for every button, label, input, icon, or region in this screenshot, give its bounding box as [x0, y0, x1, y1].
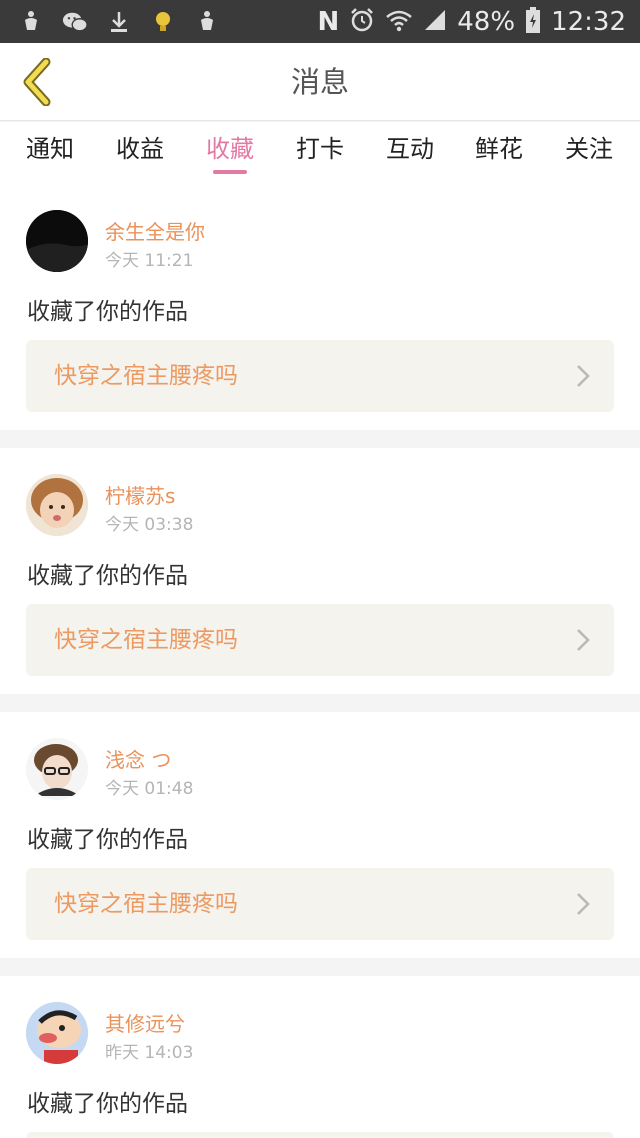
alarm-icon	[349, 7, 375, 37]
tab-following[interactable]: 关注	[554, 122, 624, 184]
user-name[interactable]: 柠檬苏s	[105, 480, 175, 509]
system-indicators: N 48% 12:32	[317, 0, 626, 43]
message-time: 昨天 14:03	[105, 1043, 194, 1063]
work-link[interactable]: 快穿之宿主腰疼吗	[26, 868, 614, 940]
tab-bar: 通知 收益 收藏 打卡 互动 鲜花 关注	[0, 122, 640, 184]
chevron-right-icon	[577, 893, 590, 915]
clock: 12:32	[551, 6, 626, 37]
list-item: 余生全是你 今天 11:21 收藏了你的作品 快穿之宿主腰疼吗	[0, 184, 640, 430]
tab-favorites[interactable]: 收藏	[195, 122, 265, 184]
tab-earnings[interactable]: 收益	[105, 122, 175, 184]
download-icon	[106, 9, 132, 35]
app-notification-icon	[194, 9, 220, 35]
message-text: 收藏了你的作品	[27, 563, 188, 589]
wechat-icon	[62, 9, 88, 35]
app-notification-icon	[18, 9, 44, 35]
list-item: 柠檬苏s 今天 03:38 收藏了你的作品 快穿之宿主腰疼吗	[0, 448, 640, 694]
message-time: 今天 03:38	[105, 515, 194, 535]
tab-flowers[interactable]: 鲜花	[464, 122, 534, 184]
tab-notifications[interactable]: 通知	[15, 122, 85, 184]
message-time: 今天 01:48	[105, 779, 194, 799]
avatar[interactable]	[26, 738, 88, 800]
avatar[interactable]	[26, 210, 88, 272]
message-text: 收藏了你的作品	[27, 299, 188, 325]
battery-icon	[525, 6, 541, 38]
work-title: 快穿之宿主腰疼吗	[54, 363, 238, 389]
list-item: 其修远兮 昨天 14:03 收藏了你的作品	[0, 976, 640, 1138]
message-text: 收藏了你的作品	[27, 827, 188, 853]
notification-icons	[18, 0, 220, 43]
work-link[interactable]	[26, 1132, 614, 1138]
message-text: 收藏了你的作品	[27, 1091, 188, 1117]
active-tab-indicator	[213, 170, 247, 174]
wifi-icon	[385, 8, 413, 36]
avatar[interactable]	[26, 1002, 88, 1064]
list-item: 浅念 つ 今天 01:48 收藏了你的作品 快穿之宿主腰疼吗	[0, 712, 640, 958]
user-name[interactable]: 余生全是你	[105, 216, 205, 245]
nav-header: 消息	[0, 43, 640, 121]
chevron-right-icon	[577, 365, 590, 387]
battery-percent: 48%	[457, 6, 516, 37]
chevron-right-icon	[577, 629, 590, 651]
lightbulb-icon	[150, 9, 176, 35]
work-link[interactable]: 快穿之宿主腰疼吗	[26, 340, 614, 412]
message-time: 今天 11:21	[105, 251, 194, 271]
work-title: 快穿之宿主腰疼吗	[54, 627, 238, 653]
work-title: 快穿之宿主腰疼吗	[54, 891, 238, 917]
page-title: 消息	[290, 65, 349, 99]
user-name[interactable]: 其修远兮	[105, 1008, 185, 1037]
user-name[interactable]: 浅念 つ	[105, 744, 171, 773]
avatar[interactable]	[26, 474, 88, 536]
work-link[interactable]: 快穿之宿主腰疼吗	[26, 604, 614, 676]
nfc-icon: N	[317, 6, 340, 37]
tab-checkin[interactable]: 打卡	[285, 122, 355, 184]
status-bar: N 48% 12:32	[0, 0, 640, 43]
tab-interactions[interactable]: 互动	[375, 122, 445, 184]
signal-icon	[423, 8, 447, 36]
